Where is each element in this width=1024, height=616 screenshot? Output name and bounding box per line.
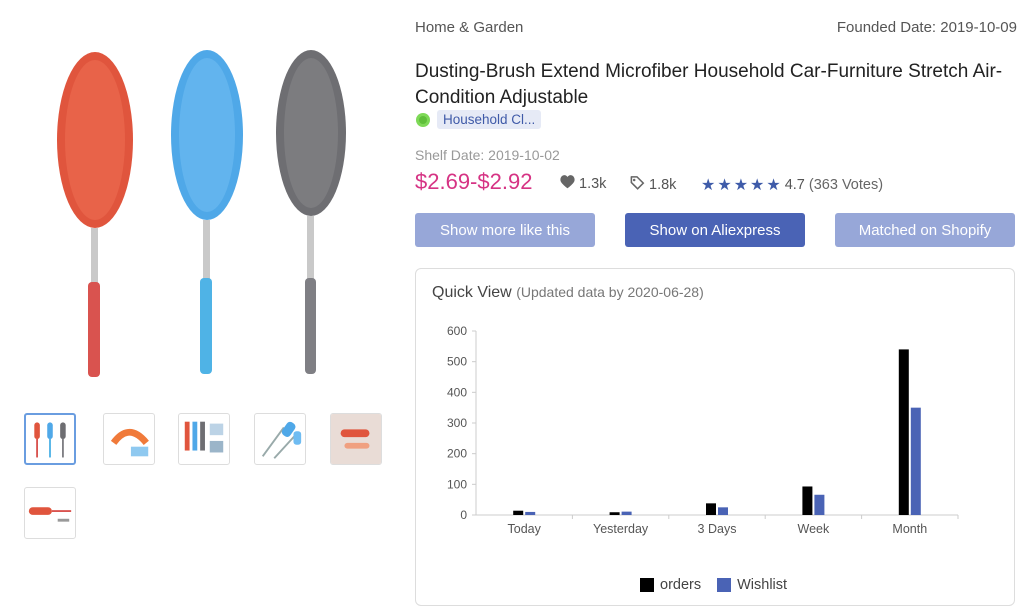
thumbnail-6[interactable] [24, 487, 76, 539]
star-icon: ★ [701, 177, 716, 194]
product-title: Dusting-Brush Extend Microfiber Househol… [415, 61, 1003, 108]
half-star-icon: ★ [766, 177, 781, 194]
thumbnail-4[interactable] [254, 413, 306, 465]
legend-swatch-wishlist [717, 578, 732, 592]
blue-duster-illustration [171, 50, 243, 374]
price-range: $2.69-$2.92 [415, 169, 533, 194]
legend-label-orders: orders [660, 577, 702, 593]
quick-view-title: Quick View [432, 284, 512, 301]
y-tick-label: 0 [460, 508, 467, 522]
shelf-date: Shelf Date: 2019-10-02 [415, 147, 560, 163]
legend-item-wishlist[interactable]: Wishlist [717, 577, 787, 593]
legend-item-orders[interactable]: orders [640, 577, 701, 593]
chart-legend: orders Wishlist [640, 577, 787, 593]
legend-swatch-orders [640, 578, 654, 592]
gray-duster-illustration [276, 50, 346, 374]
store-tag[interactable]: Household Cl... [437, 110, 542, 129]
founded-date: Founded Date: 2019-10-09 [836, 19, 1017, 36]
star-icon: ★ [733, 177, 749, 194]
bar-orders-week [802, 486, 813, 515]
bar-orders-3-days [706, 503, 716, 515]
thumbnail-3[interactable] [178, 413, 230, 465]
likes-stat: 1.3k [560, 175, 606, 193]
star-icon: ★ [750, 177, 765, 194]
y-tick-label: 100 [447, 477, 467, 491]
y-tick-label: 300 [447, 416, 467, 430]
y-tick-label: 200 [447, 447, 467, 461]
rating-stat: ★ ★ ★ ★ ★ 4.7 (363 Votes) [701, 175, 883, 195]
show-more-like-this-button[interactable]: Show more like this [415, 213, 595, 247]
quick-view-heading: Quick View (Updated data by 2020-06-28) [432, 284, 704, 302]
tag-icon [629, 175, 645, 194]
main-product-image[interactable] [20, 30, 380, 395]
thumbnail-5[interactable] [330, 413, 382, 465]
legend-label-wishlist: Wishlist [737, 577, 788, 593]
x-tick-label: Month [892, 522, 927, 536]
y-tick-label: 400 [447, 385, 467, 399]
category-label[interactable]: Home & Garden [415, 19, 523, 36]
tags-stat: 1.8k [629, 175, 676, 194]
red-duster-illustration [57, 52, 133, 377]
y-tick-label: 600 [447, 324, 467, 338]
thumbnail-1[interactable] [24, 413, 76, 465]
heart-icon [560, 175, 575, 193]
likes-count: 1.3k [579, 176, 607, 192]
thumbnail-2[interactable] [103, 413, 155, 465]
star-icon: ★ [717, 177, 732, 194]
x-tick-label: Today [508, 522, 542, 536]
bar-orders-today [513, 510, 524, 515]
x-tick-label: Week [798, 522, 830, 536]
show-on-aliexpress-button[interactable]: Show on Aliexpress [625, 213, 805, 247]
product-gallery [0, 0, 400, 616]
x-tick-label: 3 Days [698, 522, 737, 536]
bar-orders-yesterday [609, 512, 620, 515]
vote-count: (363 Votes) [808, 177, 884, 193]
star-rating: ★ ★ ★ ★ ★ [701, 175, 781, 195]
tags-count: 1.8k [649, 176, 677, 193]
quick-view-subtitle: (Updated data by 2020-06-28) [516, 284, 704, 300]
bar-wishlist-month [910, 407, 921, 515]
bar-wishlist-yesterday [621, 511, 632, 515]
y-tick-label: 500 [447, 355, 467, 369]
quick-view-panel: Quick View (Updated data by 2020-06-28) … [415, 268, 1015, 606]
aliexpress-store-icon [416, 112, 430, 127]
bar-wishlist-today [525, 511, 536, 515]
bar-wishlist-3-days [718, 507, 728, 515]
store-row: Household Cl... [415, 110, 542, 129]
matched-on-shopify-button[interactable]: Matched on Shopify [835, 213, 1015, 247]
bar-wishlist-week [814, 494, 825, 515]
rating-value: 4.7 [784, 177, 805, 193]
quick-view-bar-chart: 0 100 200 300 400 500 600 Today Yesterday 3 Days W… [447, 324, 959, 536]
x-tick-label: Yesterday [593, 522, 649, 536]
bar-orders-month [898, 349, 909, 515]
